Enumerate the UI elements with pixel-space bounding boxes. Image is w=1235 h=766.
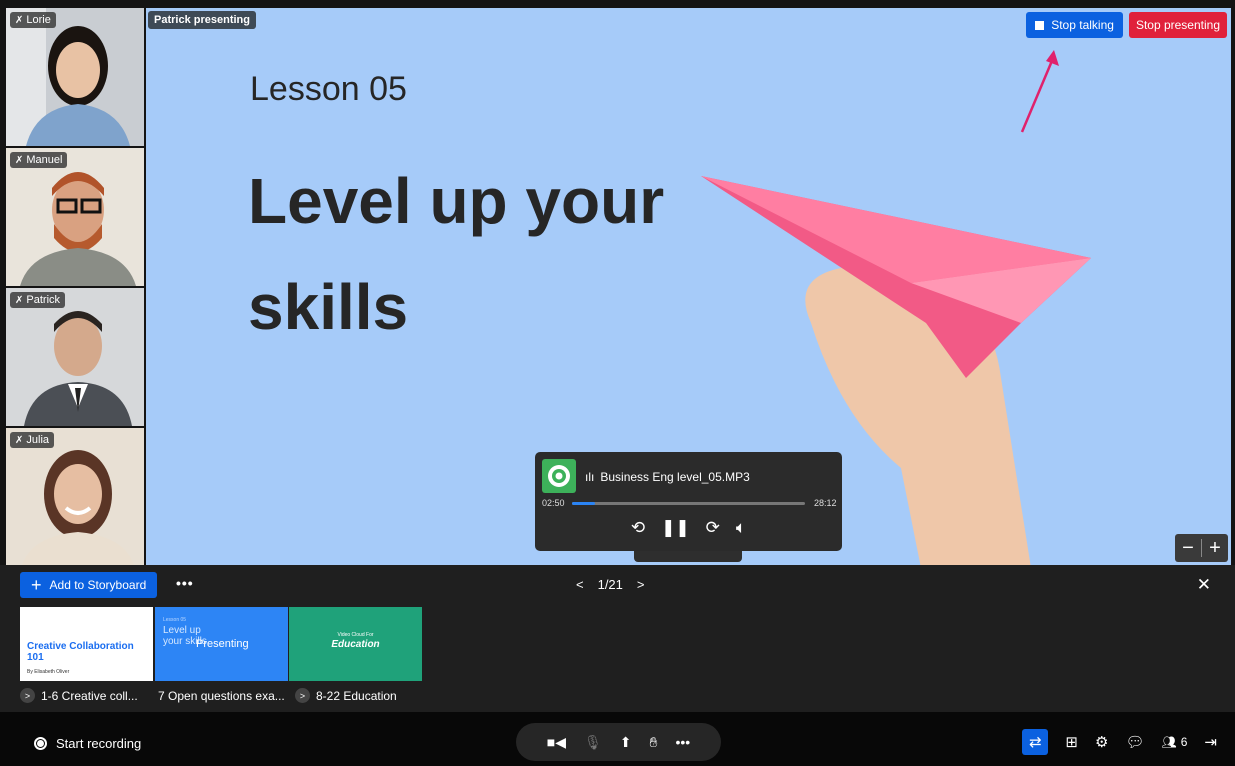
volume-icon[interactable]: 🔈︎: [736, 518, 746, 538]
thumbnail-small-text: Video Cloud For: [337, 632, 374, 638]
more-dots-icon[interactable]: •••: [176, 575, 194, 591]
stop-talking-button[interactable]: Stop talking: [1026, 12, 1123, 38]
chapter-item[interactable]: > 8-22 Education: [295, 688, 397, 703]
close-storyboard-icon[interactable]: ✕: [1197, 575, 1211, 595]
participant-tile-patrick[interactable]: ✗ Patrick: [6, 288, 144, 426]
mic-off-icon: ✗: [15, 294, 24, 306]
chapter-item[interactable]: 7 Open questions exa...: [158, 689, 287, 703]
record-icon: [34, 737, 47, 750]
audio-total-time: 28:12: [814, 498, 837, 508]
share-screen-icon[interactable]: ⬆: [620, 734, 632, 751]
participant-video: [6, 288, 144, 426]
participant-name-tag: ✗ Lorie: [10, 12, 56, 28]
zoom-control: − +: [1175, 534, 1228, 562]
participant-tile-manuel[interactable]: ✗ Manuel: [6, 148, 144, 286]
thumbnail-title: Creative Collaboration 101: [27, 641, 134, 663]
storyboard-thumbnail[interactable]: Video Cloud For Education: [289, 607, 422, 681]
bottom-toolbar: Start recording ■◀ 🎙︎ ⬆ ✋︎ ••• ⇄ ⊞ ⚙ 💬︎ …: [0, 712, 1235, 766]
chevron-right-icon[interactable]: >: [295, 688, 310, 703]
participant-name-tag: ✗ Patrick: [10, 292, 66, 308]
chapter-label: 7 Open questions exa...: [158, 688, 285, 703]
storyboard-thumbnail-active[interactable]: Lesson 05 Level up your skills Presentin…: [155, 607, 288, 681]
storyboard-thumbnail[interactable]: Creative Collaboration 101 By Elisabeth …: [20, 607, 153, 681]
zoom-in-button[interactable]: +: [1202, 534, 1228, 562]
audio-controls: ⟲ ❚❚ ⟳ 🔈︎: [535, 518, 842, 538]
chapter-label: 8-22 Education: [316, 688, 397, 703]
media-controls: ■◀ 🎙︎ ⬆ ✋︎ •••: [516, 723, 721, 761]
participant-name: Julia: [26, 434, 50, 446]
forward-10-icon[interactable]: ⟳: [706, 518, 720, 538]
rewind-10-icon[interactable]: ⟲: [631, 518, 645, 538]
participant-video: [6, 428, 144, 565]
more-options-icon[interactable]: •••: [676, 734, 691, 750]
audio-level-icon: ılı: [585, 470, 595, 484]
settings-gear-icon[interactable]: ⚙: [1095, 733, 1108, 751]
participant-name: Patrick: [26, 294, 61, 306]
mic-off-icon: ✗: [15, 434, 24, 446]
presenting-overlay-label: Presenting: [196, 638, 249, 650]
pause-icon[interactable]: ❚❚: [661, 518, 690, 538]
thumbnail-subtitle: By Elisabeth Oliver: [27, 669, 70, 675]
audio-title: Business Eng level_05.MP3: [600, 470, 750, 484]
participant-video: [6, 8, 144, 146]
participant-name-tag: ✗ Julia: [10, 432, 55, 448]
arrow-annotation-icon: [1020, 50, 1059, 133]
slide-lesson: Lesson 05: [250, 70, 407, 108]
add-to-storyboard-button[interactable]: + Add to Storyboard: [20, 572, 158, 598]
mic-off-icon: ✗: [15, 14, 24, 26]
chat-icon[interactable]: 💬︎: [1125, 733, 1144, 751]
participant-count: 6: [1180, 735, 1188, 749]
audio-thumbnail-icon: [542, 459, 576, 493]
grid-view-icon[interactable]: ⊞: [1065, 733, 1078, 751]
meeting-app: ✗ Lorie ✗ Manuel ✗ Patrick ✗ Julia Patri…: [0, 0, 1235, 766]
participants-button[interactable]: 👥︎ 6: [1162, 735, 1188, 749]
chapter-label: 1-6 Creative coll...: [41, 688, 138, 703]
stop-presenting-button[interactable]: Stop presenting: [1128, 12, 1227, 38]
page-indicator: 1/21: [597, 577, 623, 592]
participant-name: Lorie: [26, 14, 51, 26]
raise-hand-icon[interactable]: ✋︎: [650, 734, 658, 751]
stage-actions: Stop talking Stop presenting: [1026, 12, 1227, 38]
microphone-icon[interactable]: 🎙︎: [584, 734, 602, 751]
participant-name-tag: ✗ Manuel: [10, 152, 68, 168]
audio-current-time: 02:50: [542, 498, 565, 508]
prev-page-icon[interactable]: <: [576, 577, 584, 592]
next-page-icon[interactable]: >: [637, 577, 645, 592]
storyboard-panel: + Add to Storyboard ••• < 1/21 > ✕ Creat…: [0, 565, 1235, 712]
chapter-list: > 1-6 Creative coll... 7 Open questions …: [20, 688, 397, 703]
audio-player: ılı Business Eng level_05.MP3 02:50 28:1…: [535, 452, 842, 551]
zoom-out-button[interactable]: −: [1175, 534, 1201, 562]
audio-progress-fill: [572, 502, 596, 505]
storyboard-pager: < 1/21 >: [576, 577, 645, 592]
participant-tile-lorie[interactable]: ✗ Lorie: [6, 8, 144, 146]
plus-icon: +: [31, 575, 42, 595]
slide-pager-overlay: [634, 551, 742, 562]
mic-off-icon: ✗: [15, 154, 24, 166]
stop-icon: [1035, 20, 1045, 30]
storyboard-toggle-icon[interactable]: ⇄: [1022, 729, 1049, 755]
presenter-label: Patrick presenting: [148, 11, 256, 29]
add-to-storyboard-label: Add to Storyboard: [49, 578, 147, 592]
leave-meeting-icon[interactable]: ⇥: [1204, 733, 1217, 751]
camera-icon[interactable]: ■◀: [547, 734, 566, 751]
stop-talking-label: Stop talking: [1051, 18, 1114, 32]
slide-headline: Level up your skills: [248, 165, 665, 343]
thumbnail-title: Education: [331, 639, 380, 650]
participant-name: Manuel: [26, 154, 63, 166]
participant-tile-julia[interactable]: ✗ Julia: [6, 428, 144, 565]
start-recording-button[interactable]: Start recording: [34, 736, 141, 751]
view-controls: ⇄ ⊞ ⚙ 💬︎ 👥︎ 6 ⇥: [1022, 729, 1217, 755]
chevron-right-icon[interactable]: >: [20, 688, 35, 703]
audio-title-row: ılı Business Eng level_05.MP3: [585, 470, 750, 484]
start-recording-label: Start recording: [56, 736, 142, 751]
participant-video: [6, 148, 144, 286]
people-icon: 👥︎: [1161, 735, 1177, 749]
audio-progress-bar[interactable]: [572, 502, 805, 505]
chapter-item[interactable]: > 1-6 Creative coll...: [20, 688, 150, 703]
thumbnail-small-text: Lesson 05: [163, 617, 187, 623]
